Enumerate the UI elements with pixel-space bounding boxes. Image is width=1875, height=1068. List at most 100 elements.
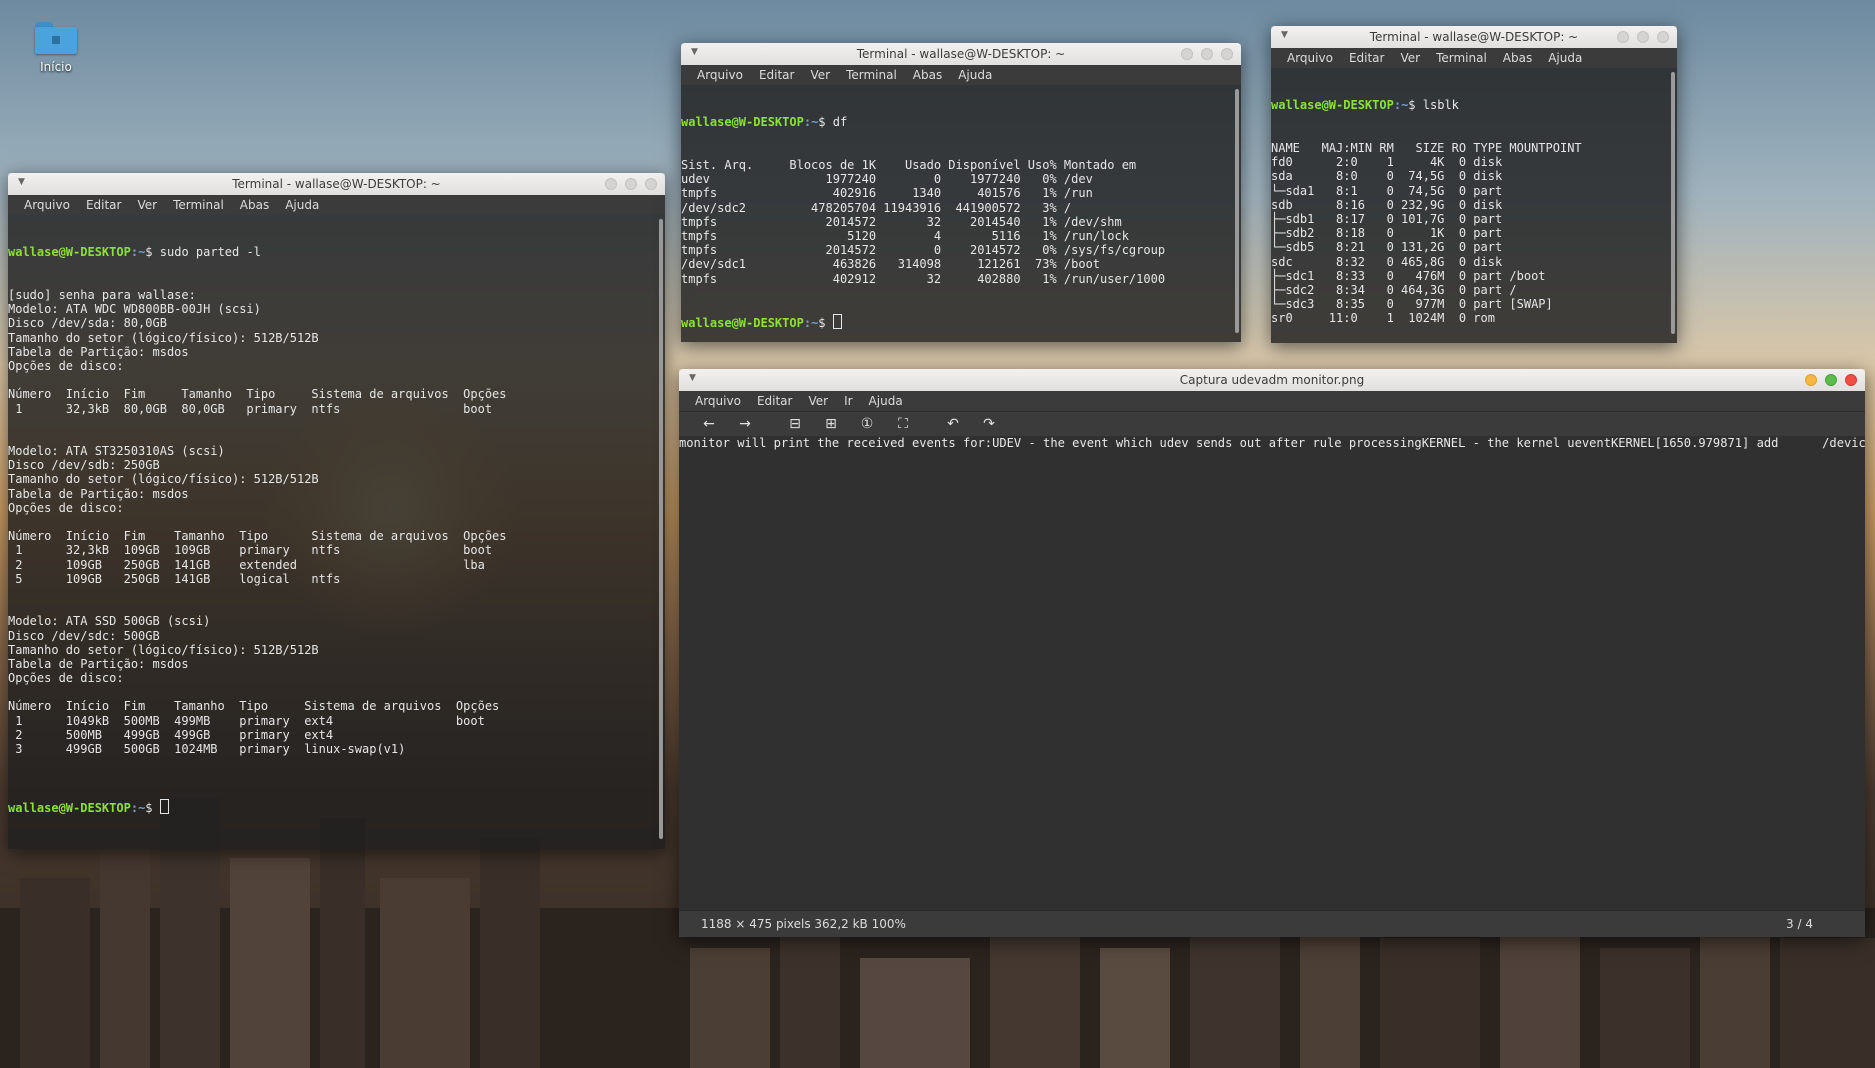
menu-arquivo[interactable]: Arquivo (16, 198, 78, 212)
menu-terminal[interactable]: Terminal (165, 198, 232, 212)
menu-abas[interactable]: Abas (1495, 51, 1540, 65)
close-button[interactable] (1845, 374, 1857, 386)
output-line: ├─sdc2 8:34 0 464,3G 0 part / (1271, 282, 1517, 297)
image-canvas[interactable]: monitor will print the received events f… (679, 436, 1865, 910)
maximize-button[interactable] (1825, 374, 1837, 386)
menu-ajuda[interactable]: Ajuda (1540, 51, 1590, 65)
output-line: 1 1049kB 500MB 499MB primary ext4 boot (8, 713, 485, 728)
close-button[interactable] (1221, 48, 1233, 60)
close-button[interactable] (645, 178, 657, 190)
terminal-output[interactable]: wallase@W-DESKTOP:~$ sudo parted -l [sud… (8, 215, 665, 849)
output-line: /dev/sdc2 478205704 11943916 441900572 3… (681, 200, 1072, 215)
menu-ir[interactable]: Ir (836, 394, 860, 408)
window-menu-icon[interactable]: ▼ (691, 47, 698, 57)
zoom-original-icon[interactable]: ① (849, 416, 885, 432)
menu-editar[interactable]: Editar (1341, 51, 1393, 65)
window-menu-icon[interactable]: ▼ (1281, 30, 1288, 40)
menu-abas[interactable]: Abas (232, 198, 277, 212)
output-line: 5 109GB 250GB 141GB logical ntfs (8, 571, 341, 586)
terminal-window-lsblk[interactable]: ▼ Terminal - wallase@W-DESKTOP: ~ Arquiv… (1271, 26, 1677, 343)
viewer-toolbar: ← → ⊟ ⊞ ① ⛶ ↶ ↷ (679, 411, 1865, 436)
menubar: Arquivo Editar Ver Terminal Abas Ajuda (681, 65, 1241, 85)
output-line: Tamanho do setor (lógico/físico): 512B/5… (8, 642, 319, 657)
window-titlebar[interactable]: ▼ Captura udevadm monitor.png (679, 369, 1865, 391)
desktop-icon-label: Início (40, 60, 72, 74)
viewer-statusbar: 1188 × 475 pixels 362,2 kB 100% 3 / 4 (679, 910, 1865, 937)
menu-ver[interactable]: Ver (802, 68, 838, 82)
output-line: tmpfs 5120 4 5116 1% /run/lock (681, 228, 1129, 243)
menu-editar[interactable]: Editar (78, 198, 130, 212)
menu-ver[interactable]: Ver (129, 198, 165, 212)
menu-ajuda[interactable]: Ajuda (861, 394, 911, 408)
menu-terminal[interactable]: Terminal (1428, 51, 1495, 65)
output-line: Número Início Fim Tamanho Tipo Sistema d… (8, 387, 507, 402)
output-line: 1 32,3kB 80,0GB 80,0GB primary ntfs boot (8, 401, 493, 416)
terminal-window-df[interactable]: ▼ Terminal - wallase@W-DESKTOP: ~ Arquiv… (681, 43, 1241, 342)
output-line: └─sdc3 8:35 0 977M 0 part [SWAP] (1271, 297, 1553, 312)
command-output: [sudo] senha para wallase: Modelo: ATA WD… (8, 288, 665, 770)
prompt-line: wallase@W-DESKTOP:~$ (8, 798, 665, 815)
maximize-button[interactable] (1637, 31, 1649, 43)
menu-editar[interactable]: Editar (749, 394, 801, 408)
window-title: Captura udevadm monitor.png (1179, 373, 1365, 387)
output-line: tmpfs 2014572 0 2014572 0% /sys/fs/cgrou… (681, 243, 1166, 258)
output-line: ├─sdb1 8:17 0 101,7G 0 part (1271, 211, 1503, 226)
prompt-line: wallase@W-DESKTOP:~$ sudo parted -l (8, 245, 261, 260)
output-line: Modelo: ATA SSD 500GB (scsi) (8, 614, 211, 629)
menu-terminal[interactable]: Terminal (838, 68, 905, 82)
screenshot-content: monitor will print the received events f… (679, 436, 1865, 910)
output-line: Modelo: ATA ST3250310AS (scsi) (8, 444, 225, 459)
output-line: Número Início Fim Tamanho Tipo Sistema d… (8, 699, 500, 714)
output-line: monitor will print the received events f… (679, 436, 993, 450)
output-line: Número Início Fim Tamanho Tipo Sistema d… (8, 529, 507, 544)
terminal-output[interactable]: wallase@W-DESKTOP:~$ df Sist. Arq. Bloco… (681, 85, 1241, 342)
prompt-line: wallase@W-DESKTOP:~$ df (681, 115, 848, 130)
menu-abas[interactable]: Abas (905, 68, 950, 82)
menubar: Arquivo Editar Ver Terminal Abas Ajuda (1271, 48, 1677, 68)
output-line: Tabela de Partição: msdos (8, 486, 189, 501)
terminal-window-parted[interactable]: ▼ Terminal - wallase@W-DESKTOP: ~ Arquiv… (8, 173, 665, 849)
image-viewer-window[interactable]: ▼ Captura udevadm monitor.png Arquivo Ed… (679, 369, 1865, 937)
menu-arquivo[interactable]: Arquivo (689, 68, 751, 82)
output-line: Tabela de Partição: msdos (8, 344, 189, 359)
close-button[interactable] (1657, 31, 1669, 43)
output-line: tmpfs 402916 1340 401576 1% /run (681, 186, 1093, 201)
minimize-button[interactable] (1805, 374, 1817, 386)
minimize-button[interactable] (1181, 48, 1193, 60)
zoom-in-icon[interactable]: ⊞ (813, 416, 849, 432)
scrollbar[interactable] (1671, 72, 1675, 334)
forward-icon[interactable]: → (727, 416, 763, 432)
scrollbar[interactable] (659, 219, 663, 839)
menu-arquivo[interactable]: Arquivo (687, 394, 749, 408)
window-menu-icon[interactable]: ▼ (689, 373, 696, 383)
window-menu-icon[interactable]: ▼ (18, 177, 25, 187)
zoom-out-icon[interactable]: ⊟ (777, 416, 813, 432)
output-line: sda 8:0 0 74,5G 0 disk (1271, 169, 1503, 184)
output-line: UDEV - the event which udev sends out af… (992, 436, 1422, 450)
scrollbar[interactable] (1235, 89, 1239, 333)
minimize-button[interactable] (605, 178, 617, 190)
menu-editar[interactable]: Editar (751, 68, 803, 82)
window-titlebar[interactable]: ▼ Terminal - wallase@W-DESKTOP: ~ (8, 173, 665, 195)
prompt-line: wallase@W-DESKTOP:~$ (681, 314, 1241, 330)
menu-ajuda[interactable]: Ajuda (277, 198, 327, 212)
menu-ajuda[interactable]: Ajuda (950, 68, 1000, 82)
rotate-left-icon[interactable]: ↶ (935, 416, 971, 432)
maximize-button[interactable] (1201, 48, 1213, 60)
window-titlebar[interactable]: ▼ Terminal - wallase@W-DESKTOP: ~ (681, 43, 1241, 65)
terminal-output[interactable]: wallase@W-DESKTOP:~$ lsblk NAME MAJ:MIN … (1271, 68, 1677, 343)
menu-ver[interactable]: Ver (1392, 51, 1428, 65)
window-titlebar[interactable]: ▼ Terminal - wallase@W-DESKTOP: ~ (1271, 26, 1677, 48)
back-icon[interactable]: ← (691, 416, 727, 432)
desktop-icon-home[interactable]: Início (28, 22, 84, 74)
menubar: Arquivo Editar Ver Ir Ajuda (679, 391, 1865, 411)
menu-ver[interactable]: Ver (800, 394, 836, 408)
output-line: udev 1977240 0 1977240 0% /dev (681, 172, 1093, 187)
output-line: Disco /dev/sda: 80,0GB (8, 316, 167, 331)
zoom-fit-icon[interactable]: ⛶ (885, 416, 921, 432)
menu-arquivo[interactable]: Arquivo (1279, 51, 1341, 65)
output-line: KERNEL[1650.979871] add /devices/pci0000… (1611, 436, 1865, 450)
minimize-button[interactable] (1617, 31, 1629, 43)
rotate-right-icon[interactable]: ↷ (971, 416, 1007, 432)
maximize-button[interactable] (625, 178, 637, 190)
